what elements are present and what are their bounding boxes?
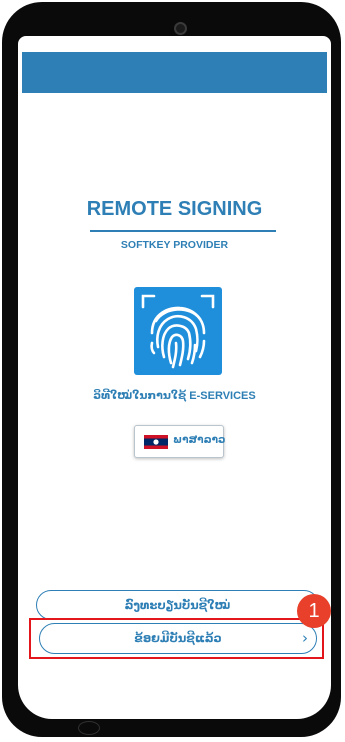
language-label: ພາສາລາວ <box>173 434 226 446</box>
existing-account-button[interactable]: ຂ້ອຍມີບັນຊີແລ້ວ › <box>39 623 317 654</box>
laos-flag-icon <box>144 435 168 449</box>
phone-frame: REMOTE SIGNING SOFTKEY PROVIDER ວິທີໃໝ່ໃ… <box>2 2 341 737</box>
app-screen: REMOTE SIGNING SOFTKEY PROVIDER ວິທີໃໝ່ໃ… <box>18 36 331 719</box>
step-number-badge: 1 <box>297 594 331 628</box>
language-selector-button[interactable]: ພາສາລາວ <box>134 425 226 458</box>
app-subtitle: SOFTKEY PROVIDER <box>120 239 229 251</box>
front-camera <box>174 22 187 35</box>
title-divider <box>90 230 276 232</box>
app-title: REMOTE SIGNING <box>86 198 263 220</box>
fingerprint-icon <box>134 287 222 375</box>
bottom-ghost-mark <box>78 721 100 735</box>
service-tagline: ວິທີໃໝ່ໃນການໃຊ້ E-SERVICES <box>93 390 256 402</box>
register-new-account-button[interactable]: ລົງທະບຽນບັນຊີໃໝ່ <box>36 590 319 620</box>
chevron-right-icon: › <box>302 629 308 647</box>
existing-account-label: ຂ້ອຍມີບັນຊີແລ້ວ <box>134 631 222 645</box>
app-header-bar <box>22 52 327 93</box>
